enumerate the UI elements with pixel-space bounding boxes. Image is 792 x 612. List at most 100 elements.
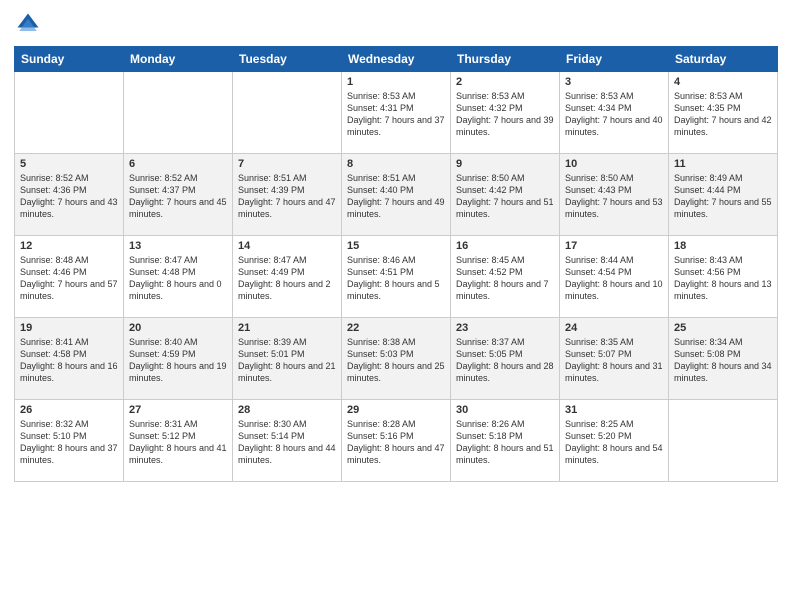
cell-sun-info: Sunrise: 8:39 AM Sunset: 5:01 PM Dayligh… <box>238 336 336 385</box>
cell-sun-info: Sunrise: 8:41 AM Sunset: 4:58 PM Dayligh… <box>20 336 118 385</box>
calendar-cell: 24 Sunrise: 8:35 AM Sunset: 5:07 PM Dayli… <box>560 318 669 400</box>
calendar-cell: 10Sunrise: 8:50 AM Sunset: 4:43 PM Dayli… <box>560 154 669 236</box>
day-number: 20 <box>129 322 227 334</box>
day-number: 22 <box>347 322 445 334</box>
day-number: 28 <box>238 404 336 416</box>
day-number: 23 <box>456 322 554 334</box>
calendar-cell <box>669 400 778 482</box>
calendar-cell: 19 Sunrise: 8:41 AM Sunset: 4:58 PM Dayli… <box>15 318 124 400</box>
week-row-4: 19 Sunrise: 8:41 AM Sunset: 4:58 PM Dayli… <box>15 318 778 400</box>
cell-sun-info: Sunrise: 8:28 AM Sunset: 5:16 PM Dayligh… <box>347 418 445 467</box>
weekday-thursday: Thursday <box>451 47 560 72</box>
cell-sun-info: Sunrise: 8:47 AM Sunset: 4:49 PM Dayligh… <box>238 254 336 303</box>
calendar-cell: 6 Sunrise: 8:52 AM Sunset: 4:37 PM Daylig… <box>124 154 233 236</box>
day-number: 1 <box>347 76 445 88</box>
day-number: 16 <box>456 240 554 252</box>
day-number: 30 <box>456 404 554 416</box>
day-number: 9 <box>456 158 554 170</box>
day-number: 7 <box>238 158 336 170</box>
page: SundayMondayTuesdayWednesdayThursdayFrid… <box>0 0 792 612</box>
calendar-cell: 21 Sunrise: 8:39 AM Sunset: 5:01 PM Dayli… <box>233 318 342 400</box>
calendar-cell: 12 Sunrise: 8:48 AM Sunset: 4:46 PM Dayli… <box>15 236 124 318</box>
cell-sun-info: Sunrise: 8:50 AM Sunset: 4:43 PM Dayligh… <box>565 172 663 221</box>
calendar-cell: 8 Sunrise: 8:51 AM Sunset: 4:40 PM Daylig… <box>342 154 451 236</box>
calendar-table: SundayMondayTuesdayWednesdayThursdayFrid… <box>14 46 778 482</box>
calendar-cell: 4 Sunrise: 8:53 AM Sunset: 4:35 PM Daylig… <box>669 72 778 154</box>
cell-sun-info: Sunrise: 8:51 AM Sunset: 4:39 PM Dayligh… <box>238 172 336 221</box>
weekday-wednesday: Wednesday <box>342 47 451 72</box>
calendar-cell: 1 Sunrise: 8:53 AM Sunset: 4:31 PM Daylig… <box>342 72 451 154</box>
cell-sun-info: Sunrise: 8:43 AM Sunset: 4:56 PM Dayligh… <box>674 254 772 303</box>
calendar-cell: 31 Sunrise: 8:25 AM Sunset: 5:20 PM Dayli… <box>560 400 669 482</box>
calendar-cell: 25Sunrise: 8:34 AM Sunset: 5:08 PM Dayli… <box>669 318 778 400</box>
weekday-saturday: Saturday <box>669 47 778 72</box>
calendar-cell <box>124 72 233 154</box>
cell-sun-info: Sunrise: 8:50 AM Sunset: 4:42 PM Dayligh… <box>456 172 554 221</box>
cell-sun-info: Sunrise: 8:35 AM Sunset: 5:07 PM Dayligh… <box>565 336 663 385</box>
cell-sun-info: Sunrise: 8:53 AM Sunset: 4:34 PM Dayligh… <box>565 90 663 139</box>
calendar-cell: 9 Sunrise: 8:50 AM Sunset: 4:42 PM Daylig… <box>451 154 560 236</box>
cell-sun-info: Sunrise: 8:38 AM Sunset: 5:03 PM Dayligh… <box>347 336 445 385</box>
logo-icon <box>14 10 42 38</box>
cell-sun-info: Sunrise: 8:26 AM Sunset: 5:18 PM Dayligh… <box>456 418 554 467</box>
cell-sun-info: Sunrise: 8:25 AM Sunset: 5:20 PM Dayligh… <box>565 418 663 467</box>
cell-sun-info: Sunrise: 8:52 AM Sunset: 4:37 PM Dayligh… <box>129 172 227 221</box>
day-number: 29 <box>347 404 445 416</box>
cell-sun-info: Sunrise: 8:47 AM Sunset: 4:48 PM Dayligh… <box>129 254 227 303</box>
day-number: 3 <box>565 76 663 88</box>
cell-sun-info: Sunrise: 8:40 AM Sunset: 4:59 PM Dayligh… <box>129 336 227 385</box>
cell-sun-info: Sunrise: 8:53 AM Sunset: 4:32 PM Dayligh… <box>456 90 554 139</box>
weekday-header-row: SundayMondayTuesdayWednesdayThursdayFrid… <box>15 47 778 72</box>
calendar-cell: 14Sunrise: 8:47 AM Sunset: 4:49 PM Dayli… <box>233 236 342 318</box>
calendar-cell: 7 Sunrise: 8:51 AM Sunset: 4:39 PM Daylig… <box>233 154 342 236</box>
cell-sun-info: Sunrise: 8:46 AM Sunset: 4:51 PM Dayligh… <box>347 254 445 303</box>
week-row-5: 26Sunrise: 8:32 AM Sunset: 5:10 PM Dayli… <box>15 400 778 482</box>
calendar-cell: 23Sunrise: 8:37 AM Sunset: 5:05 PM Dayli… <box>451 318 560 400</box>
day-number: 6 <box>129 158 227 170</box>
day-number: 24 <box>565 322 663 334</box>
day-number: 13 <box>129 240 227 252</box>
cell-sun-info: Sunrise: 8:44 AM Sunset: 4:54 PM Dayligh… <box>565 254 663 303</box>
day-number: 27 <box>129 404 227 416</box>
weekday-monday: Monday <box>124 47 233 72</box>
day-number: 8 <box>347 158 445 170</box>
calendar-cell: 15 Sunrise: 8:46 AM Sunset: 4:51 PM Dayli… <box>342 236 451 318</box>
calendar-cell: 20 Sunrise: 8:40 AM Sunset: 4:59 PM Dayli… <box>124 318 233 400</box>
weekday-tuesday: Tuesday <box>233 47 342 72</box>
day-number: 31 <box>565 404 663 416</box>
calendar-cell: 17 Sunrise: 8:44 AM Sunset: 4:54 PM Dayli… <box>560 236 669 318</box>
calendar-cell: 13 Sunrise: 8:47 AM Sunset: 4:48 PM Dayli… <box>124 236 233 318</box>
day-number: 21 <box>238 322 336 334</box>
cell-sun-info: Sunrise: 8:45 AM Sunset: 4:52 PM Dayligh… <box>456 254 554 303</box>
header <box>14 10 778 38</box>
day-number: 2 <box>456 76 554 88</box>
calendar-cell: 27Sunrise: 8:31 AM Sunset: 5:12 PM Dayli… <box>124 400 233 482</box>
calendar-cell: 16 Sunrise: 8:45 AM Sunset: 4:52 PM Dayli… <box>451 236 560 318</box>
day-number: 17 <box>565 240 663 252</box>
day-number: 5 <box>20 158 118 170</box>
day-number: 4 <box>674 76 772 88</box>
cell-sun-info: Sunrise: 8:53 AM Sunset: 4:35 PM Dayligh… <box>674 90 772 139</box>
calendar-cell: 2 Sunrise: 8:53 AM Sunset: 4:32 PM Daylig… <box>451 72 560 154</box>
calendar-cell: 30 Sunrise: 8:26 AM Sunset: 5:18 PM Dayli… <box>451 400 560 482</box>
cell-sun-info: Sunrise: 8:52 AM Sunset: 4:36 PM Dayligh… <box>20 172 118 221</box>
calendar-cell: 5 Sunrise: 8:52 AM Sunset: 4:36 PM Daylig… <box>15 154 124 236</box>
cell-sun-info: Sunrise: 8:51 AM Sunset: 4:40 PM Dayligh… <box>347 172 445 221</box>
cell-sun-info: Sunrise: 8:49 AM Sunset: 4:44 PM Dayligh… <box>674 172 772 221</box>
calendar-cell: 11 Sunrise: 8:49 AM Sunset: 4:44 PM Dayli… <box>669 154 778 236</box>
cell-sun-info: Sunrise: 8:30 AM Sunset: 5:14 PM Dayligh… <box>238 418 336 467</box>
calendar-cell <box>15 72 124 154</box>
day-number: 12 <box>20 240 118 252</box>
cell-sun-info: Sunrise: 8:53 AM Sunset: 4:31 PM Dayligh… <box>347 90 445 139</box>
calendar-cell: 18 Sunrise: 8:43 AM Sunset: 4:56 PM Dayli… <box>669 236 778 318</box>
day-number: 15 <box>347 240 445 252</box>
cell-sun-info: Sunrise: 8:32 AM Sunset: 5:10 PM Dayligh… <box>20 418 118 467</box>
day-number: 25 <box>674 322 772 334</box>
cell-sun-info: Sunrise: 8:48 AM Sunset: 4:46 PM Dayligh… <box>20 254 118 303</box>
day-number: 11 <box>674 158 772 170</box>
day-number: 18 <box>674 240 772 252</box>
calendar-cell: 29 Sunrise: 8:28 AM Sunset: 5:16 PM Dayli… <box>342 400 451 482</box>
day-number: 19 <box>20 322 118 334</box>
calendar-cell: 28 Sunrise: 8:30 AM Sunset: 5:14 PM Dayli… <box>233 400 342 482</box>
calendar-cell: 3 Sunrise: 8:53 AM Sunset: 4:34 PM Daylig… <box>560 72 669 154</box>
